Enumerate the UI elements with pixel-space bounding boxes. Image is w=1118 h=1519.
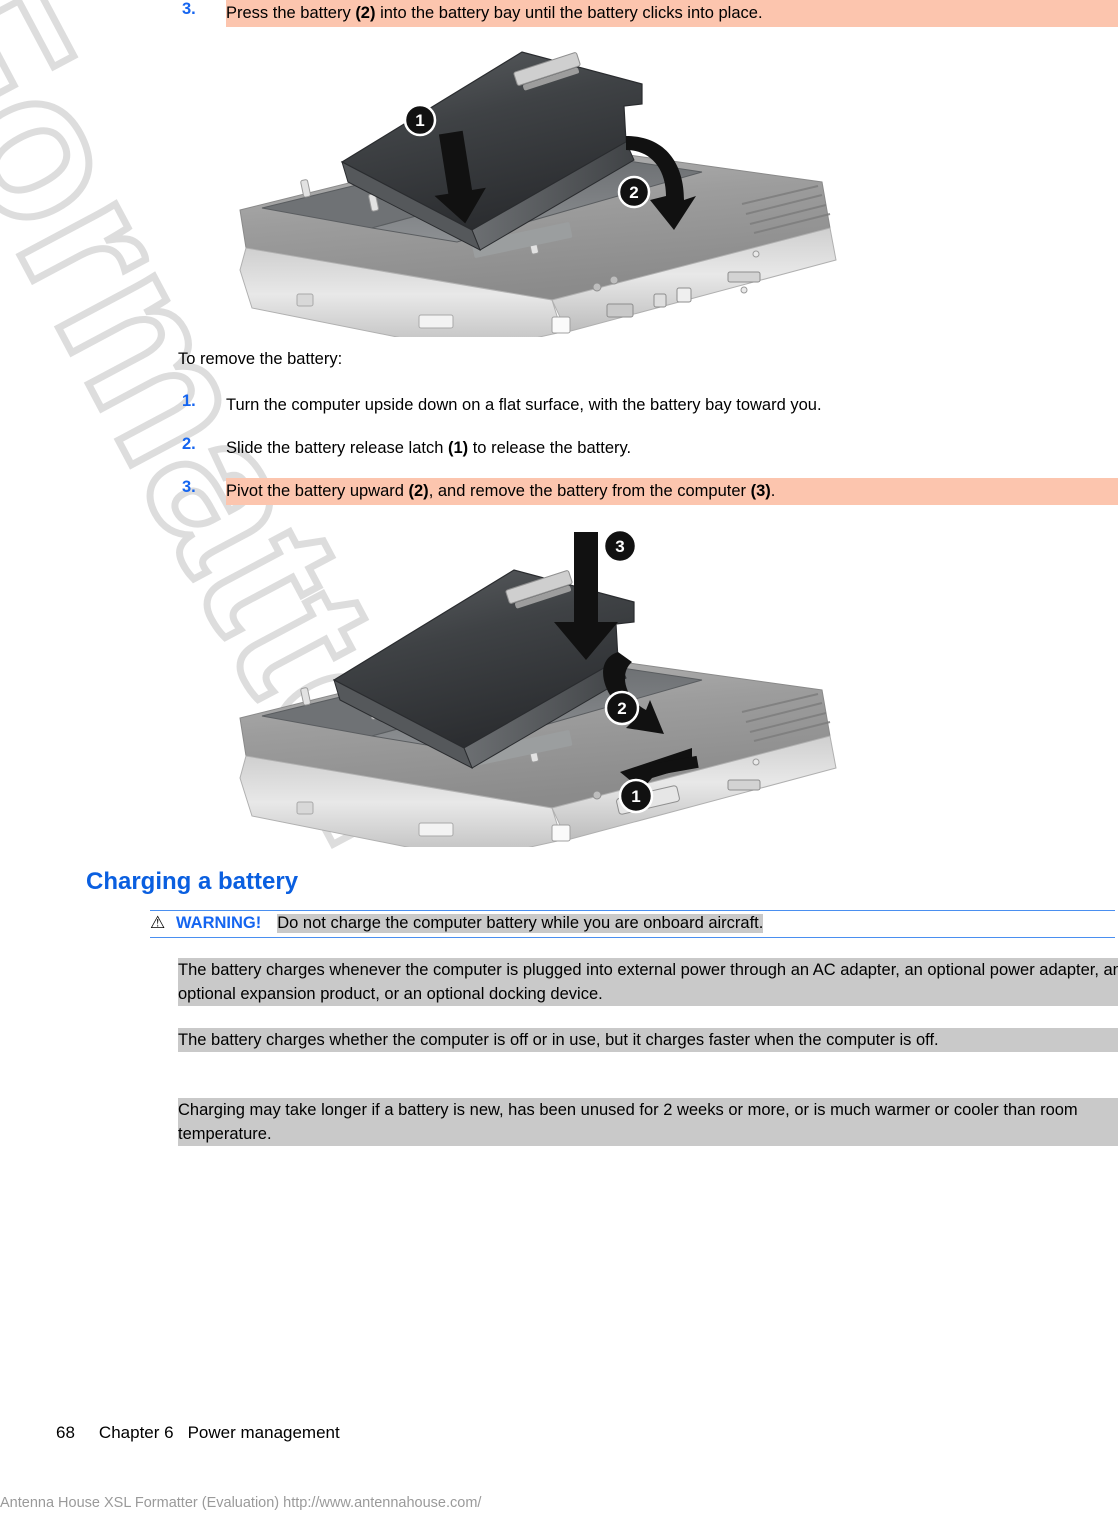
svg-text:1: 1 <box>631 787 640 806</box>
svg-text:3: 3 <box>615 537 624 556</box>
step-text: Pivot the battery upward (2), and remove… <box>226 478 1118 505</box>
step-text-callout: (2) <box>355 4 376 22</box>
list-item: 3. Pivot the battery upward (2), and rem… <box>178 478 1118 505</box>
svg-text:2: 2 <box>617 699 626 718</box>
step-text-part: Pivot the battery upward <box>226 482 409 500</box>
document-page: 3. Press the battery (2) into the batter… <box>0 0 1118 1519</box>
step-text-callout: (2) <box>408 482 429 500</box>
figure-insert-battery-image: 1 2 <box>239 51 837 337</box>
step-text-part: Turn the computer upside down on a flat … <box>226 396 822 414</box>
step-text: Press the battery (2) into the battery b… <box>226 0 1118 27</box>
page-footer: 68 Chapter 6 Power management <box>56 1423 340 1443</box>
svg-text:2: 2 <box>629 183 638 202</box>
footer-chapter-title: Power management <box>187 1423 340 1442</box>
step-text-part: , and remove the battery from the comput… <box>428 482 751 500</box>
body-paragraph-text: The battery charges whether the computer… <box>178 1028 1118 1052</box>
step-text-part: Press the battery <box>226 4 356 22</box>
step-text-part: . <box>770 482 776 500</box>
figure-insert-battery: 1 2 <box>222 32 862 337</box>
evaluation-notice: Antenna House XSL Formatter (Evaluation)… <box>0 1495 482 1511</box>
body-paragraph-text: Charging may take longer if a battery is… <box>178 1098 1118 1146</box>
warning-note: ⚠ WARNING! Do not charge the computer ba… <box>150 910 1115 938</box>
step-number: 3. <box>182 0 196 18</box>
step-text-part: Slide the battery release latch <box>226 439 448 457</box>
step-text-part: into the battery bay until the battery c… <box>375 4 763 22</box>
step-number: 3. <box>182 478 196 496</box>
body-paragraph: The battery charges whenever the compute… <box>178 958 1118 1006</box>
remove-intro-paragraph: To remove the battery: <box>178 350 343 368</box>
body-paragraph: The battery charges whether the computer… <box>178 1028 1118 1052</box>
svg-text:1: 1 <box>415 111 424 130</box>
footer-chapter: Chapter 6 <box>98 1423 174 1442</box>
warning-label: WARNING! <box>176 914 262 932</box>
list-item: 3. Press the battery (2) into the batter… <box>178 0 1118 27</box>
list-item: 2. Slide the battery release latch (1) t… <box>178 435 1118 462</box>
figure-remove-battery: 3 2 1 <box>222 512 862 847</box>
list-item: 1. Turn the computer upside down on a fl… <box>178 392 1118 419</box>
step-text-part: to release the battery. <box>468 439 632 457</box>
page-title: Charging a battery <box>86 868 299 895</box>
step-text: Turn the computer upside down on a flat … <box>226 392 1118 419</box>
warning-triangle-icon: ⚠ <box>150 913 166 932</box>
step-number: 2. <box>182 435 196 453</box>
figure-remove-battery-image: 3 2 1 <box>239 528 837 847</box>
step-text: Slide the battery release latch (1) to r… <box>226 435 1118 462</box>
footer-page-number: 68 <box>56 1423 75 1442</box>
body-paragraph-text: The battery charges whenever the compute… <box>178 958 1118 1006</box>
step-text-callout: (1) <box>447 439 469 457</box>
step-number: 1. <box>182 392 196 410</box>
body-paragraph: Charging may take longer if a battery is… <box>178 1098 1118 1146</box>
warning-text: Do not charge the computer battery while… <box>277 914 764 933</box>
step-text-callout: (3) <box>750 482 771 500</box>
